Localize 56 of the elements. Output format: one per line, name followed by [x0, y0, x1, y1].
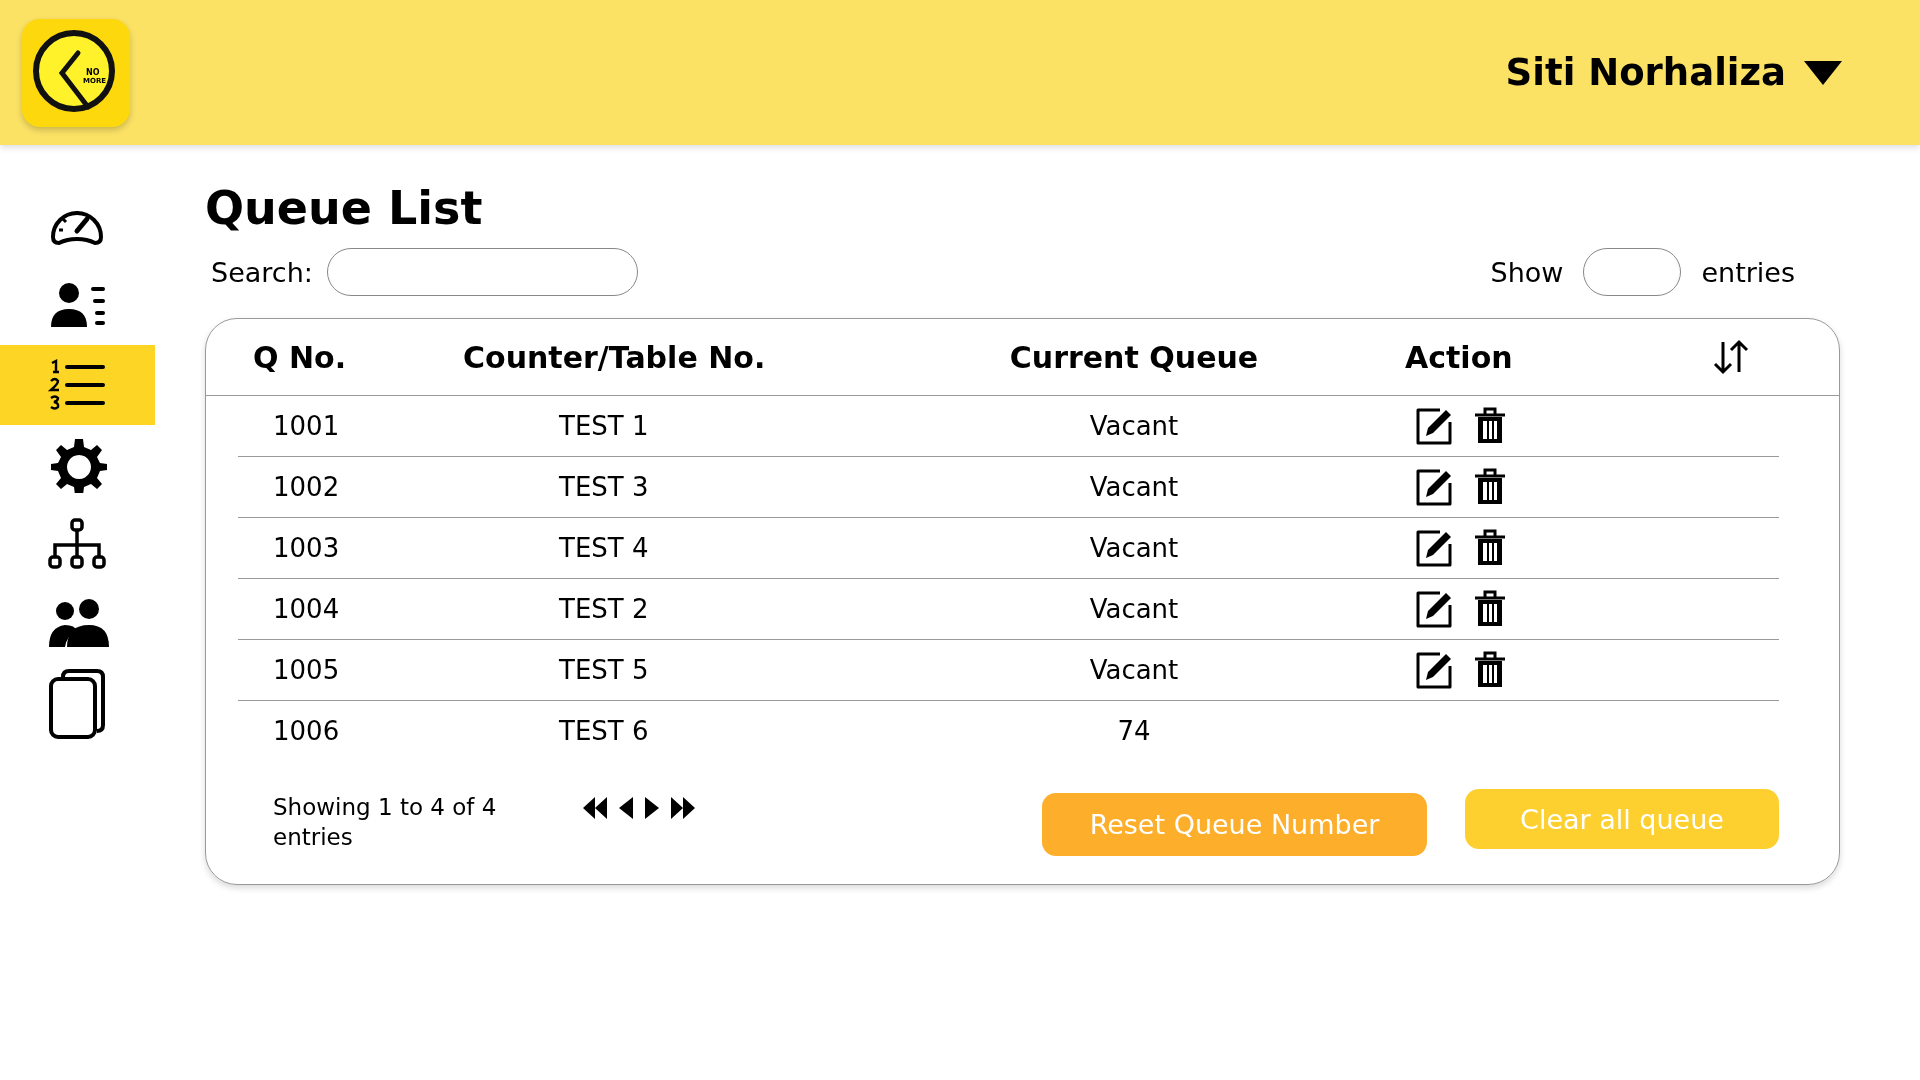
table-cell: Vacant	[1089, 655, 1179, 686]
table-cell: 1001	[273, 411, 340, 442]
clear-button[interactable]: Clear all queue	[1465, 789, 1779, 850]
caret-icon[interactable]	[1804, 60, 1842, 85]
numbered-list-icon	[49, 359, 105, 410]
table-cell: TEST 1	[559, 411, 649, 442]
trash-icon[interactable]	[1474, 407, 1506, 446]
previous-page-icon[interactable]	[619, 796, 633, 819]
org-chart-icon	[47, 518, 106, 569]
edit-icon[interactable]	[1414, 467, 1454, 508]
sort-icon[interactable]	[1711, 338, 1751, 377]
user-name[interactable]: Siti Norhaliza	[1505, 51, 1786, 94]
table-cell: Vacant	[1089, 594, 1179, 625]
table-cell: 1004	[273, 594, 340, 625]
column-header: Counter/Table No.	[463, 339, 766, 375]
reset-button[interactable]: Reset Queue Number	[1042, 793, 1427, 857]
entries-label: entries	[1701, 256, 1795, 288]
column-header: Q No.	[253, 339, 347, 375]
copy-pages-icon	[48, 669, 105, 739]
search-field[interactable]	[326, 248, 638, 297]
edit-icon[interactable]	[1414, 406, 1454, 447]
trash-icon[interactable]	[1474, 651, 1506, 690]
table-cell: 1002	[273, 472, 340, 503]
table-cell: 1005	[273, 655, 340, 686]
table-cell: TEST 5	[559, 655, 649, 686]
speedometer-icon	[50, 211, 103, 245]
edit-icon[interactable]	[1414, 650, 1454, 691]
show-label: Show	[1490, 256, 1564, 288]
entries-field[interactable]	[1583, 248, 1682, 297]
gear-icon	[50, 439, 107, 493]
trash-icon[interactable]	[1474, 529, 1506, 568]
table-cell: TEST 4	[559, 533, 649, 564]
contact-list-icon	[50, 283, 105, 327]
table-cell: 74	[1117, 716, 1151, 747]
table-cell: TEST 6	[559, 716, 649, 747]
column-header: Current Queue	[1009, 339, 1259, 375]
page-title: Queue List	[205, 181, 484, 237]
table-cell: Vacant	[1089, 411, 1179, 442]
trash-icon[interactable]	[1474, 590, 1506, 629]
table-cell: 1006	[273, 716, 340, 747]
next-page-icon[interactable]	[645, 796, 659, 819]
entries-info: Showing 1 to 4 of 4 entries	[273, 792, 498, 852]
table-cell: Vacant	[1089, 472, 1179, 503]
table-cell: TEST 3	[559, 472, 649, 503]
edit-icon[interactable]	[1414, 528, 1454, 569]
table-cell: TEST 2	[559, 594, 649, 625]
sidebar-item[interactable]	[0, 345, 155, 425]
column-header: Action	[1405, 339, 1513, 375]
search-label: Search:	[211, 256, 313, 288]
users-icon	[48, 599, 109, 647]
edit-icon[interactable]	[1414, 589, 1454, 630]
first-page-icon[interactable]	[583, 796, 607, 819]
table-cell: 1003	[273, 533, 340, 564]
trash-icon[interactable]	[1474, 468, 1506, 507]
last-page-icon[interactable]	[671, 796, 695, 819]
table-cell: Vacant	[1089, 533, 1179, 564]
